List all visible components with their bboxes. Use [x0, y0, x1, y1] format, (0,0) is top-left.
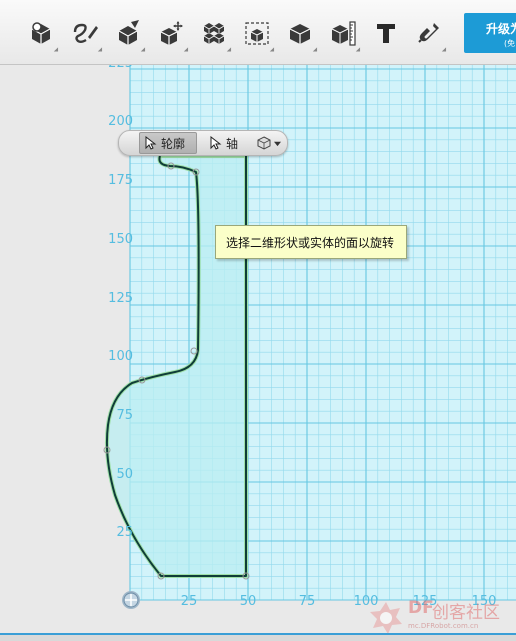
- group-select-icon[interactable]: [242, 16, 277, 54]
- tooltip-text: 选择二维形状或实体的面以旋转: [226, 235, 395, 250]
- cursor-arrow-icon: [210, 136, 222, 150]
- dfrobot-logo-icon: [370, 602, 402, 634]
- y-tick-label: 150: [108, 232, 133, 247]
- toolbar: 升级为 (免: [0, 0, 516, 65]
- chevron-down-icon: [274, 141, 281, 146]
- y-tick-label: 125: [108, 291, 133, 306]
- y-tick-label: 200: [108, 114, 133, 129]
- watermark: DF 创客社区 mc.DFRobot.com.cn: [368, 596, 508, 636]
- measure-ruler-icon[interactable]: [328, 16, 363, 54]
- y-tick-label: 100: [108, 349, 133, 364]
- watermark-brand: DF: [408, 598, 434, 618]
- origin-marker: [122, 591, 140, 609]
- sketch-pen-icon[interactable]: [70, 16, 105, 54]
- axis-select-button[interactable]: 轴: [205, 133, 245, 153]
- solid-object-icon: [257, 136, 271, 150]
- x-tick-label: 75: [299, 594, 316, 609]
- construct-icon[interactable]: [113, 16, 148, 54]
- y-tick-label: 50: [116, 467, 133, 482]
- pattern-grid-icon[interactable]: [199, 16, 234, 54]
- y-tick-label: 25: [116, 525, 133, 540]
- text-icon[interactable]: [371, 16, 401, 50]
- profile-label: 轮廓: [161, 136, 186, 151]
- axis-label: 轴: [226, 136, 239, 151]
- combine-solid-icon[interactable]: [285, 16, 320, 54]
- bottom-status-bar: [0, 633, 516, 641]
- y-tick-label: 225: [108, 65, 133, 71]
- instruction-tooltip: 选择二维形状或实体的面以旋转: [215, 225, 407, 259]
- revolve-selection-popup: 轮廓 轴: [118, 130, 288, 156]
- modify-move-icon[interactable]: [156, 16, 191, 54]
- y-tick-label: 175: [108, 173, 133, 188]
- upgrade-button[interactable]: 升级为 (免: [464, 13, 516, 53]
- primitive-box-icon[interactable]: [26, 16, 61, 54]
- snap-magnet-icon[interactable]: [414, 16, 449, 54]
- upgrade-label: 升级为: [486, 22, 516, 36]
- y-tick-label: 75: [116, 408, 133, 423]
- watermark-name: 创客社区: [432, 603, 500, 623]
- upgrade-sub-label: (免: [504, 39, 516, 48]
- profile-select-button[interactable]: 轮廓: [139, 132, 197, 154]
- cursor-arrow-icon: [145, 136, 157, 150]
- x-tick-label: 50: [240, 594, 257, 609]
- x-tick-label: 25: [181, 594, 198, 609]
- watermark-url: mc.DFRobot.com.cn: [408, 622, 479, 630]
- object-options-dropdown[interactable]: [253, 133, 285, 153]
